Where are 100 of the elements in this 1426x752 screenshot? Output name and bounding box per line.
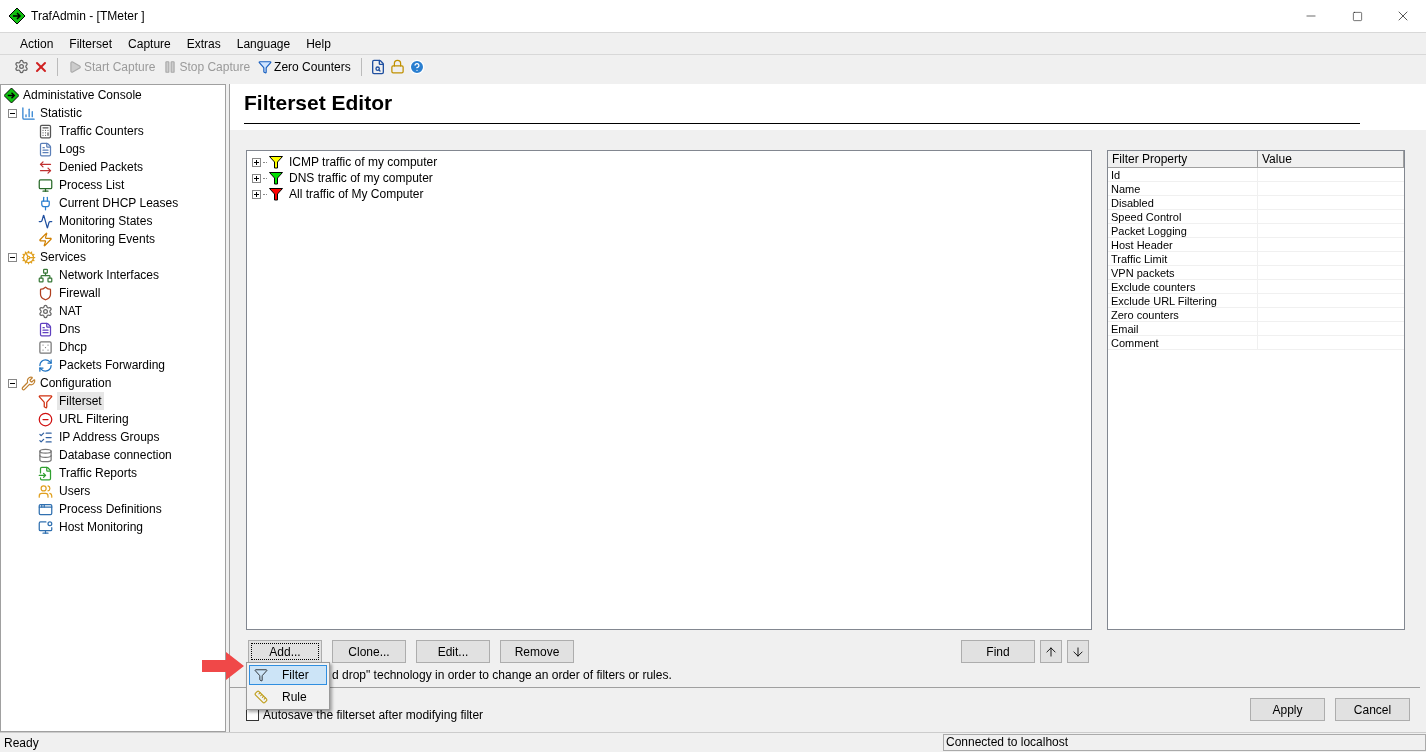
move-up-button[interactable] [1040,640,1062,663]
property-name: Exclude counters [1108,280,1258,293]
tree-root-label[interactable]: Administative Console [23,86,142,104]
column-header[interactable]: Filter Property [1108,151,1258,167]
menu-item[interactable]: Filterset [61,34,121,53]
tree-item[interactable]: Firewall [57,284,103,302]
calculator-icon [38,123,53,139]
monitor-icon [38,519,53,535]
tree-item[interactable]: Denied Packets [57,158,146,176]
tree-item[interactable]: Services [40,248,86,266]
tree-item[interactable]: Traffic Counters [57,122,146,140]
gear-icon[interactable] [14,59,29,74]
gear-icon [21,249,36,265]
property-name: Packet Logging [1108,224,1258,237]
tree-item[interactable]: Users [57,482,93,500]
shield-icon [38,285,53,301]
push-button[interactable]: Apply [1250,698,1325,722]
magnifier-icon[interactable] [369,58,386,75]
move-down-button[interactable] [1067,640,1089,663]
window-title: TrafAdmin - [TMeter ] [31,8,145,25]
dice-icon [38,339,53,355]
tree-item[interactable]: Process List [57,176,127,194]
users-icon [38,483,53,499]
menu-item[interactable]: Action [12,34,62,53]
help-icon[interactable] [408,58,425,75]
funnel-icon [258,59,273,74]
expand-icon[interactable] [252,173,261,183]
page-title: Filterset Editor [244,90,394,116]
collapse-icon[interactable] [8,378,17,388]
tree-item[interactable]: All traffic of My Computer [289,185,424,203]
status-text: Ready [3,734,40,752]
tree-item[interactable]: Process Definitions [57,500,164,518]
list-icon [38,429,53,445]
app-logo-icon [4,87,19,103]
property-name: Disabled [1108,196,1258,209]
push-button[interactable]: Clone... [332,640,406,663]
push-button[interactable]: Remove [500,640,574,663]
push-button[interactable]: Edit... [416,640,490,663]
property-name: Id [1108,168,1258,181]
collapse-icon[interactable] [8,108,17,118]
tree-item[interactable]: Logs [57,140,88,158]
push-button[interactable]: Add... [248,640,322,663]
tree-item[interactable]: URL Filtering [57,410,131,428]
property-name: VPN packets [1108,266,1258,279]
pointer-arrow [202,652,246,680]
menu-item[interactable]: Filter [249,665,327,685]
push-button[interactable]: Find [961,640,1035,663]
property-name: Speed Control [1108,210,1258,223]
tree-item[interactable]: Host Monitoring [57,518,146,536]
tree-item[interactable]: Statistic [40,104,82,122]
window-icon [38,501,53,517]
tree-item[interactable]: Dhcp [57,338,89,356]
tree-item[interactable]: NAT [57,302,85,320]
funnel-icon [38,393,53,409]
tree-item[interactable]: ICMP traffic of my computer [289,153,438,171]
property-name: Name [1108,182,1258,195]
menu-item[interactable]: Extras [178,34,229,53]
expand-icon[interactable] [252,189,261,199]
collapse-icon[interactable] [8,252,17,262]
lightning-icon [38,231,53,247]
property-name: Traffic Limit [1108,252,1258,265]
arrows-icon [38,159,53,175]
tree-item[interactable]: Database connection [57,446,174,464]
property-name: Host Header [1108,238,1258,251]
ruler-icon [254,690,268,704]
funnel-icon [254,668,268,682]
push-button[interactable]: Cancel [1335,698,1410,722]
down-arrow-icon [1071,644,1085,659]
refresh-icon [38,357,53,373]
activity-icon [38,213,53,229]
database-icon [38,447,53,463]
tree-item[interactable]: Network Interfaces [57,266,162,284]
tree-item[interactable]: Monitoring Events [57,230,158,248]
menu-item[interactable]: Rule [249,687,327,707]
property-name: Zero counters [1108,308,1258,321]
tree-item[interactable]: Configuration [40,374,112,392]
menu-item[interactable]: Help [298,34,339,53]
tree-item[interactable]: Current DHCP Leases [57,194,181,212]
pause-icon [163,59,178,74]
monitor-icon [38,177,53,193]
column-header[interactable]: Value [1258,151,1404,167]
menu-item[interactable]: Language [228,34,299,53]
play-icon [68,59,82,74]
wrench-icon [21,375,36,391]
tree-item[interactable]: Packets Forwarding [57,356,168,374]
expand-icon[interactable] [252,157,261,167]
app-logo-icon [9,8,25,24]
chart-icon [21,105,36,121]
gear-icon [38,303,53,319]
tree-item[interactable]: DNS traffic of my computer [289,169,433,187]
tree-item[interactable]: Monitoring States [57,212,155,230]
network-card-icon [38,267,53,283]
tree-item[interactable]: Dns [57,320,83,338]
toolbar-button[interactable]: Zero Counters [256,57,353,76]
tree-item[interactable]: Filterset [57,392,104,410]
stop-icon [38,411,53,427]
report-icon [38,465,53,481]
tree-item[interactable]: IP Address Groups [57,428,162,446]
menu-item[interactable]: Capture [120,34,179,53]
tree-item[interactable]: Traffic Reports [57,464,140,482]
